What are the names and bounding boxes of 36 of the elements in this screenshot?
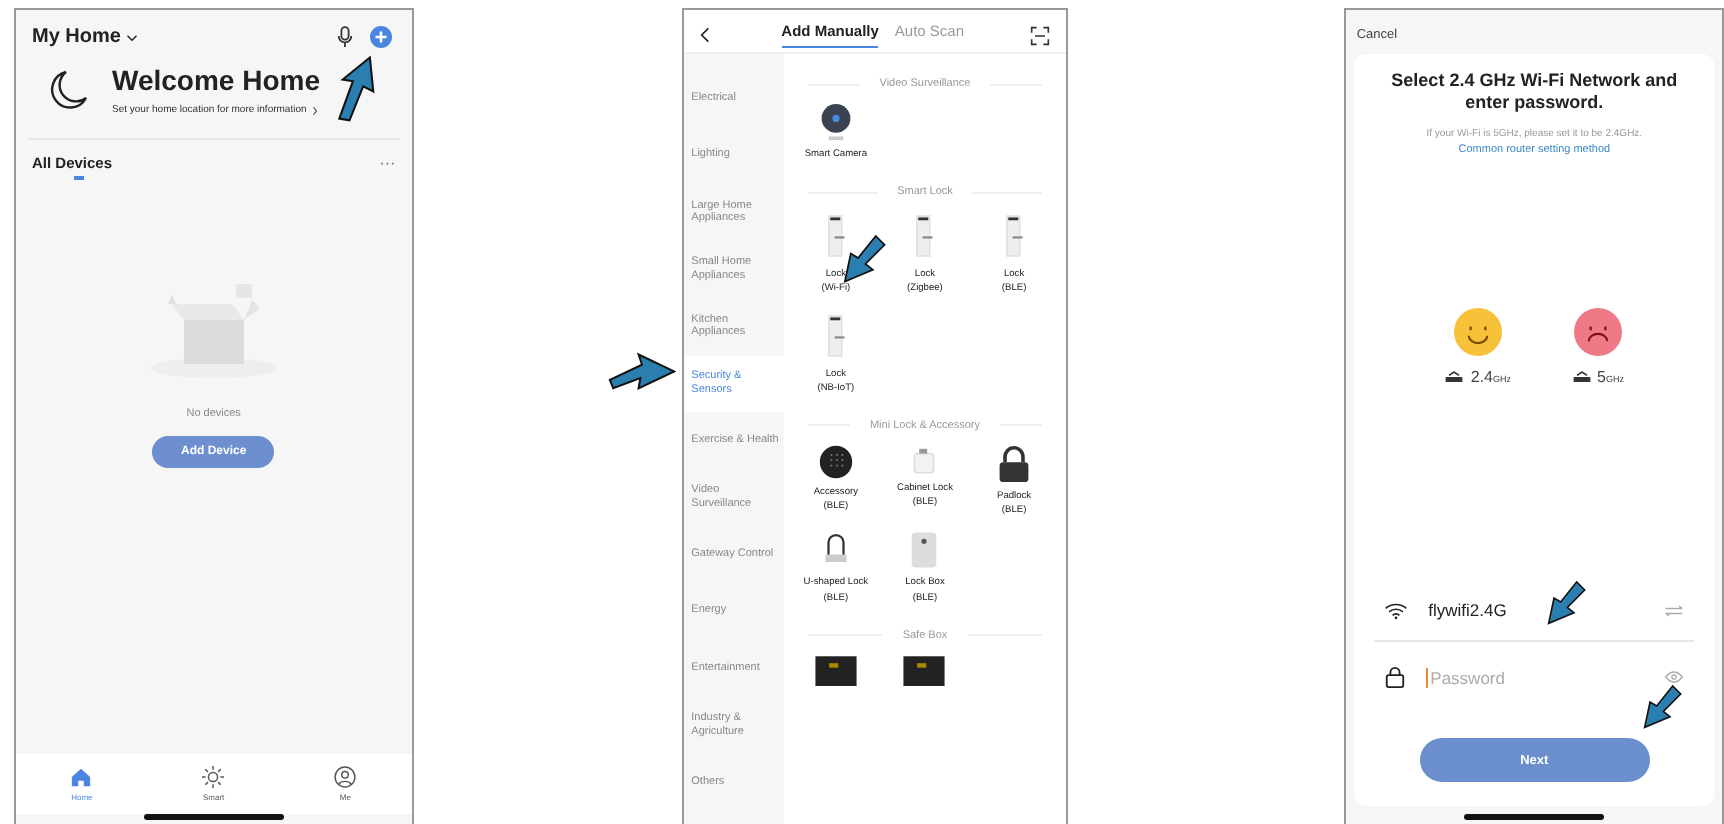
profile-icon xyxy=(334,766,357,788)
switch-network-icon[interactable] xyxy=(1664,603,1685,617)
sad-face-icon xyxy=(1573,307,1622,355)
door-lock-icon[interactable] xyxy=(1004,210,1025,263)
chevron-right-icon[interactable] xyxy=(312,105,319,115)
home-indicator xyxy=(1464,814,1605,820)
wifi-instruction-title: Select 2.4 GHz Wi-Fi Network and enter password. xyxy=(1389,70,1680,115)
welcome-title: Welcome Home xyxy=(112,64,320,96)
door-lock-icon[interactable] xyxy=(914,210,935,263)
sun-icon xyxy=(202,766,225,788)
more-button[interactable]: ··· xyxy=(379,154,396,172)
keypad-icon[interactable] xyxy=(817,443,854,480)
arrow-icon xyxy=(1642,682,1683,730)
smiley-face-icon xyxy=(1453,307,1502,355)
wifi-icon xyxy=(1384,601,1409,619)
moon-icon xyxy=(48,68,88,112)
password-field[interactable]: Password xyxy=(1426,667,1645,687)
back-icon[interactable] xyxy=(699,26,710,44)
router-icon xyxy=(1444,369,1465,383)
scan-icon[interactable] xyxy=(1030,25,1051,45)
door-lock-icon[interactable] xyxy=(825,309,846,362)
chevron-down-icon[interactable] xyxy=(126,33,139,41)
lock-icon xyxy=(1384,666,1407,688)
camera-icon[interactable] xyxy=(817,102,854,142)
home-indicator xyxy=(143,814,284,820)
wifi-name-field[interactable]: flywifi2.4G xyxy=(1428,600,1645,620)
padlock-icon[interactable] xyxy=(996,443,1033,484)
safe-icon[interactable] xyxy=(811,653,860,686)
safe-icon[interactable] xyxy=(900,653,949,686)
door-lock-icon[interactable] xyxy=(825,210,846,263)
home-name[interactable]: My Home xyxy=(32,26,121,48)
router-icon xyxy=(1571,369,1591,383)
home-icon xyxy=(70,766,93,788)
microphone-icon[interactable] xyxy=(335,26,354,48)
arrow-icon xyxy=(1546,578,1587,626)
add-icon[interactable] xyxy=(369,26,392,48)
